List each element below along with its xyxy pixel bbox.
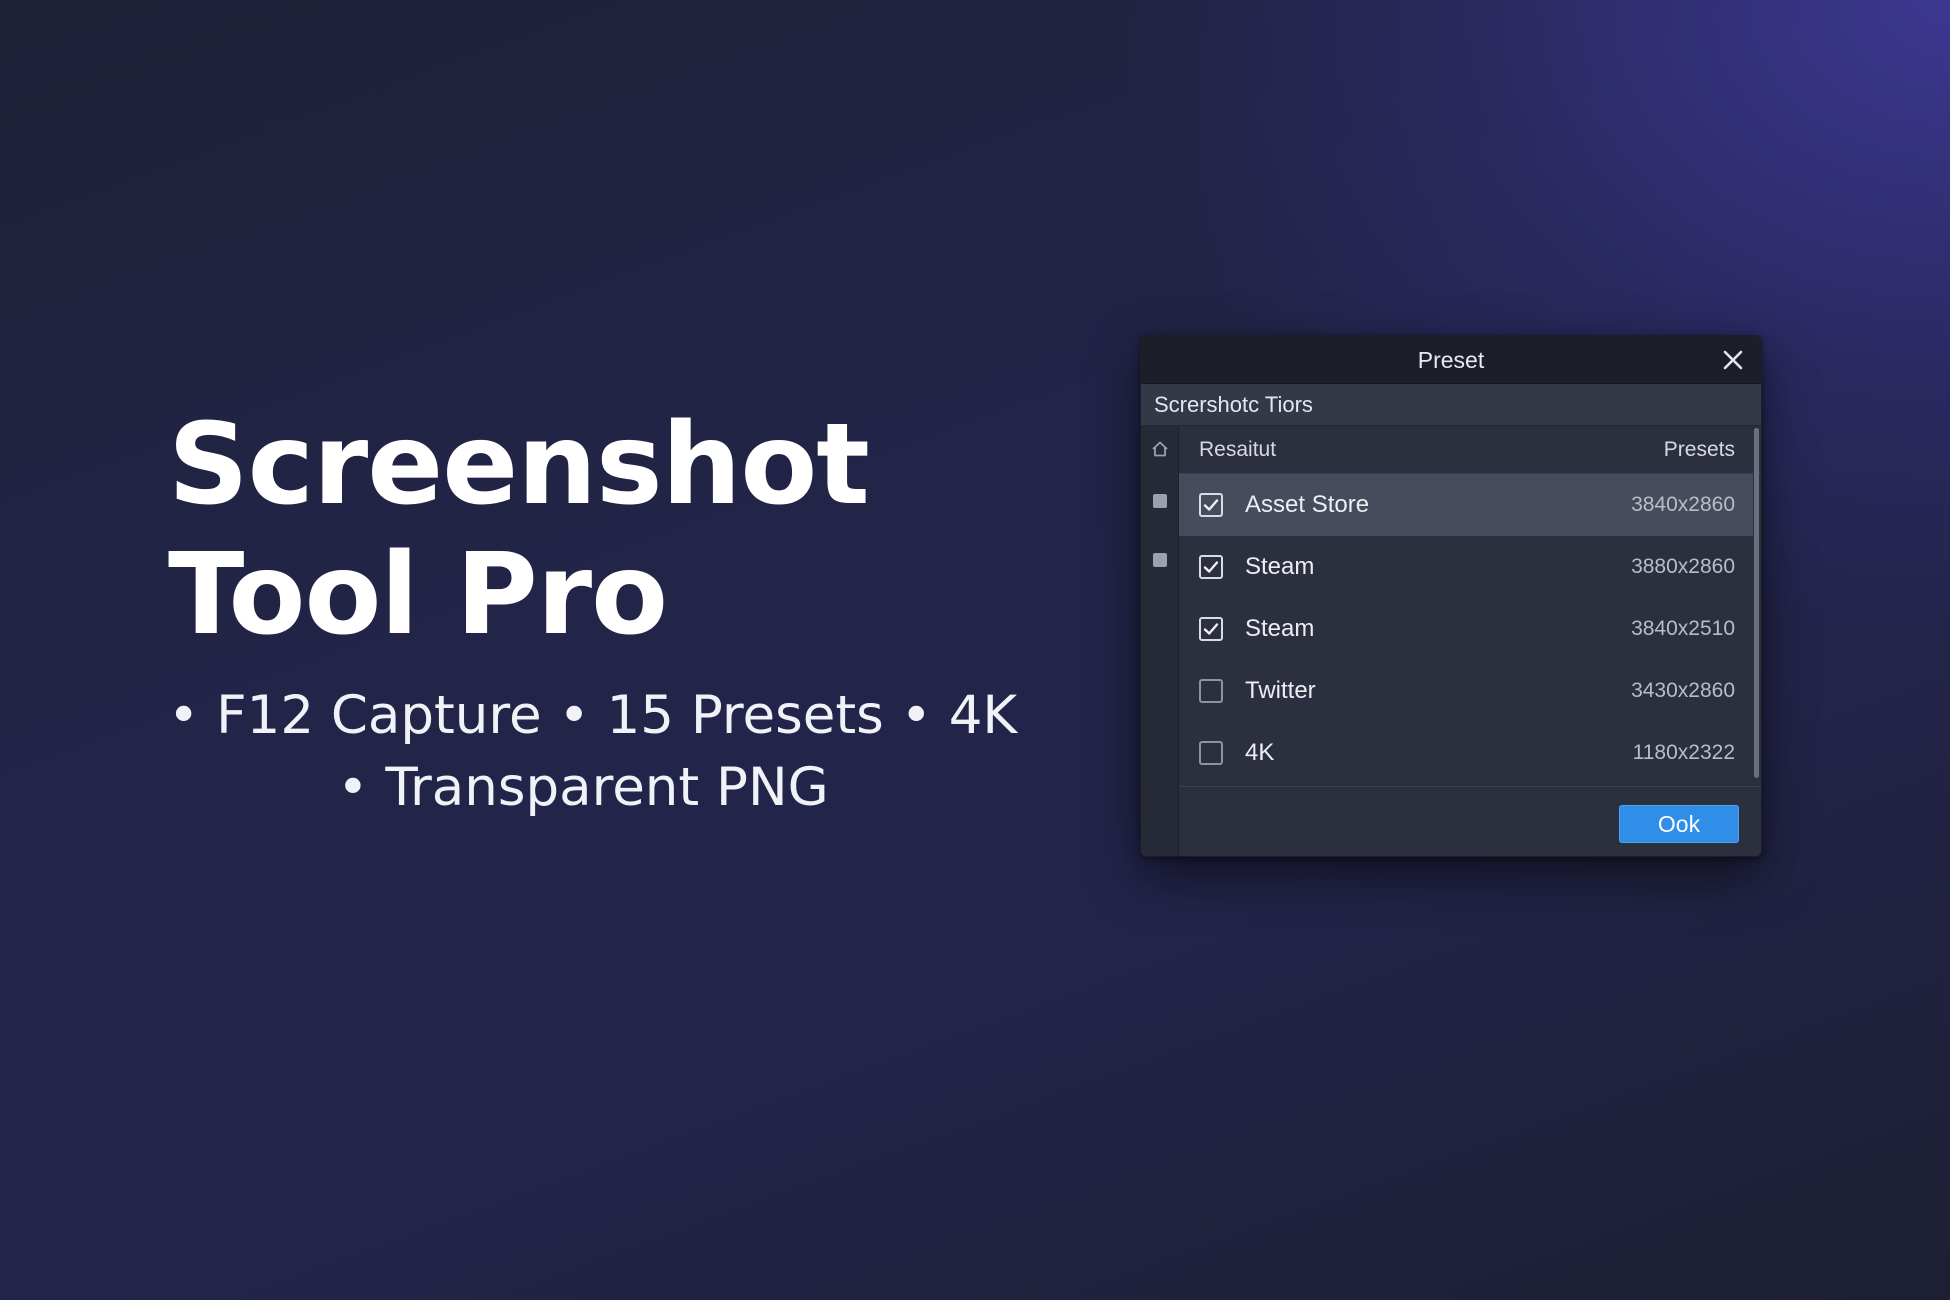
dialog-titlebar[interactable]: Preset — [1141, 336, 1761, 384]
checkmark-icon — [1203, 499, 1219, 511]
preset-resolution: 1180x2322 — [1632, 741, 1735, 764]
dialog-footer: Ook — [1179, 786, 1761, 856]
feature-line-2: • Transparent PNG — [337, 757, 829, 818]
preset-name: Asset Store — [1245, 491, 1370, 518]
column-header-result: Resaitut — [1199, 438, 1277, 461]
preset-name: Steam — [1245, 615, 1315, 642]
side-gutter — [1141, 426, 1179, 856]
checkmark-icon — [1203, 561, 1219, 573]
preset-name: Steam — [1245, 553, 1315, 580]
hero-title-line-2: Tool Pro — [168, 530, 668, 660]
dialog-subtitle: Scrershotc Tiors — [1154, 392, 1313, 417]
hero-title: Screenshot Tool Pro — [168, 400, 870, 660]
checkmark-icon — [1203, 623, 1219, 635]
preset-resolution: 3430x2860 — [1631, 679, 1735, 702]
preset-name: Twitter — [1245, 677, 1316, 704]
dialog-subtitle-bar: Scrershotc Tiors — [1141, 384, 1761, 426]
close-button[interactable] — [1719, 346, 1747, 374]
dialog-title: Preset — [1417, 347, 1485, 373]
preset-resolution: 3880x2860 — [1631, 555, 1735, 578]
list-item[interactable]: Twitter 3430x2860 — [1179, 660, 1753, 722]
preset-checkbox[interactable] — [1199, 555, 1223, 579]
feature-line-1: • F12 Capture • 15 Presets • 4K — [168, 685, 1018, 746]
list-item[interactable]: Steam 3840x2510 — [1179, 598, 1753, 660]
preset-checkbox[interactable] — [1199, 741, 1223, 765]
list-item[interactable]: Asset Store 3840x2860 — [1179, 474, 1753, 536]
ok-button[interactable]: Ook — [1619, 805, 1739, 843]
preset-list: Asset Store 3840x2860 Steam 3880x2860 St… — [1179, 474, 1753, 784]
row-marker-icon — [1153, 494, 1167, 508]
list-item[interactable]: 4K 1180x2322 — [1179, 722, 1753, 784]
feature-list: • F12 Capture • 15 Presets • 4K • Transp… — [168, 680, 1018, 824]
preset-resolution: 3840x2860 — [1631, 493, 1735, 516]
home-icon[interactable] — [1150, 439, 1170, 459]
preset-checkbox[interactable] — [1199, 617, 1223, 641]
preset-checkbox[interactable] — [1199, 493, 1223, 517]
preset-dialog: Preset Scrershotc Tiors Resaitut Presets… — [1140, 335, 1762, 857]
preset-resolution: 3840x2510 — [1631, 617, 1735, 640]
close-icon — [1723, 350, 1743, 370]
list-header: Resaitut Presets — [1179, 426, 1761, 474]
column-header-presets: Presets — [1663, 438, 1735, 461]
preset-checkbox[interactable] — [1199, 679, 1223, 703]
list-scrollbar[interactable] — [1754, 428, 1759, 778]
preset-name: 4K — [1245, 739, 1275, 766]
row-marker-icon — [1153, 553, 1167, 567]
hero-title-line-1: Screenshot — [168, 400, 870, 530]
list-item[interactable]: Steam 3880x2860 — [1179, 536, 1753, 598]
